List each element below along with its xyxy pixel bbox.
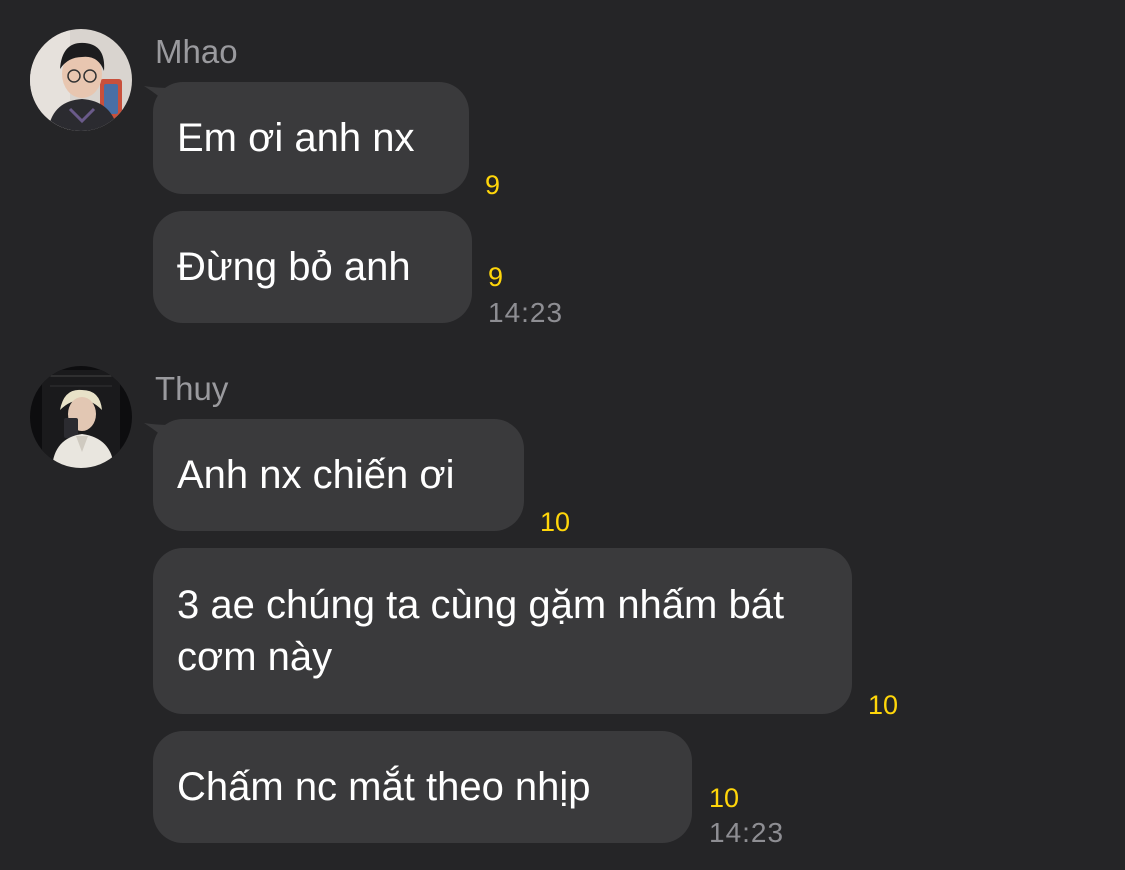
sender-name: Thuy	[155, 370, 229, 407]
message-bubble[interactable]: 3 ae chúng ta cùng gặm nhấm bát cơm này	[153, 548, 852, 714]
sender-name: Mhao	[155, 33, 238, 70]
read-count: 10	[709, 783, 740, 813]
read-count: 10	[540, 507, 571, 537]
avatar-thuy-icon	[30, 366, 132, 468]
message-text: Đừng bỏ anh	[177, 245, 411, 289]
message-bubble[interactable]: Em ơi anh nx	[153, 82, 469, 194]
read-count: 9	[488, 262, 504, 292]
avatar[interactable]	[30, 366, 132, 468]
read-count: 10	[868, 690, 899, 720]
timestamp: 14:23	[709, 817, 785, 848]
timestamp: 14:23	[488, 297, 564, 328]
message-bubble[interactable]: Đừng bỏ anh	[153, 211, 472, 323]
message-bubble[interactable]: Chấm nc mắt theo nhịp	[153, 731, 692, 843]
message-text: Anh nx chiến ơi	[177, 453, 455, 497]
avatar-mhao-icon	[30, 29, 132, 131]
message-text: Chấm nc mắt theo nhịp	[177, 765, 591, 809]
message-text: 3 ae chúng ta cùng gặm nhấm bát cơm này	[177, 583, 785, 679]
avatar[interactable]	[30, 29, 132, 131]
chat-thread: Mhao Em ơi anh nx 9 Đừng bỏ anh 9 14:23 …	[0, 0, 1125, 870]
read-count: 9	[485, 170, 501, 200]
message-text: Em ơi anh nx	[177, 116, 415, 160]
message-bubble[interactable]: Anh nx chiến ơi	[153, 419, 524, 531]
